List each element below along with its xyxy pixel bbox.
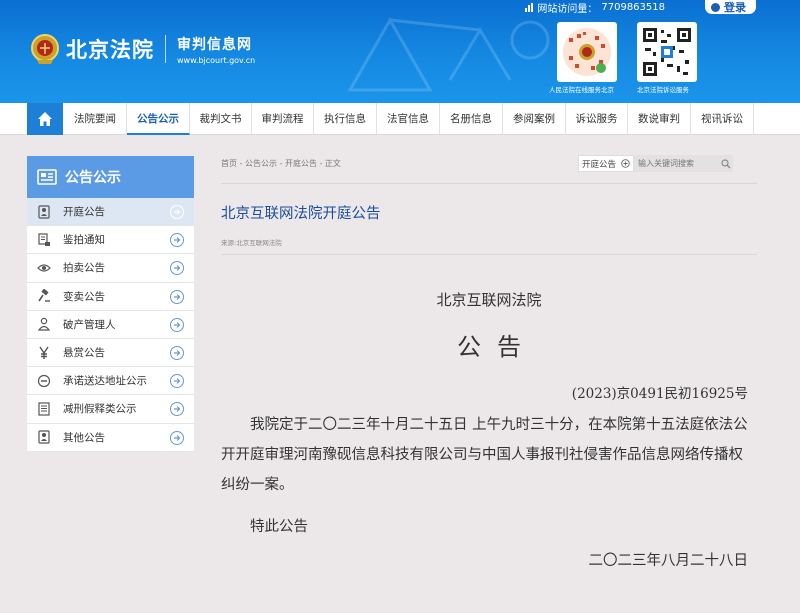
person-card-icon — [37, 430, 51, 444]
arrow-right-circle-icon — [170, 374, 184, 389]
sidebar-item-7[interactable]: 减刑假释类公示 — [27, 395, 194, 424]
article-source: 来源:北京互联网法院 — [221, 239, 282, 247]
home-button[interactable] — [27, 103, 63, 135]
visits-count: 7709863518 — [601, 2, 665, 13]
nav-items: 法院要闻 公告公示 裁判文书 审判流程 执行信息 法官信息 名册信息 参阅案例 诉讼服务 数说审判… — [64, 103, 754, 135]
qr-label-online-service: 人民法院在线服务北京 — [549, 86, 614, 94]
person-icon — [37, 317, 51, 331]
site-header: 网站访问量： 7709863518 登录 北京法院 审判信息网 www.bjco… — [0, 0, 800, 103]
qr-code-litigation-service[interactable] — [637, 22, 697, 82]
sidebar-item-1[interactable]: 鉴拍通知 — [27, 226, 194, 255]
arrow-right-circle-icon — [170, 261, 184, 276]
visit-counter: 网站访问量： 7709863518 — [525, 0, 665, 15]
nav-item-7[interactable]: 参阅案例 — [503, 103, 566, 135]
gavel-icon — [37, 289, 51, 303]
court-name: 北京互联网法院 — [436, 291, 542, 309]
site-logo[interactable]: 北京法院 审判信息网 www.bjcourt.gov.cn — [30, 33, 255, 65]
sidebar-header: 公告公示 — [27, 156, 194, 198]
title-divider — [221, 254, 757, 255]
sidebar: 公告公示 开庭公告鉴拍通知拍卖公告变卖公告破产管理人悬赏公告承诺送达地址公示 减刑… — [27, 156, 194, 452]
plus-circle-icon — [621, 159, 630, 168]
arrow-right-circle-icon — [170, 233, 184, 248]
nav-item-3[interactable]: 审判流程 — [252, 103, 314, 135]
list-document-icon — [37, 402, 51, 416]
search-input[interactable] — [634, 155, 718, 172]
logo-divider — [165, 35, 166, 63]
sidebar-item-label: 悬赏公告 — [63, 347, 105, 360]
sidebar-item-3[interactable]: 变卖公告 — [27, 283, 194, 311]
sidebar-item-label: 其他公告 — [63, 431, 105, 444]
sidebar-title: 公告公示 — [65, 170, 121, 186]
arrow-right-circle-icon — [170, 402, 184, 417]
nav-item-5[interactable]: 法官信息 — [377, 103, 440, 135]
arrow-right-circle-icon — [170, 430, 184, 445]
search-bar: 开庭公告 — [578, 155, 733, 172]
qr-label-litigation-service: 北京法院诉讼服务 — [637, 86, 689, 94]
notice-closing: 特此公告 — [250, 519, 308, 535]
scales-watermark-icon — [347, 16, 550, 92]
sidebar-item-label: 变卖公告 — [63, 290, 105, 303]
login-label: 登录 — [724, 1, 746, 14]
search-icon — [720, 158, 730, 168]
sidebar-item-label: 减刑假释类公示 — [63, 403, 137, 416]
home-icon — [38, 112, 52, 126]
visits-label: 网站访问量： — [537, 4, 598, 15]
yen-icon — [37, 346, 51, 360]
qr-code-online-service[interactable] — [557, 22, 617, 82]
sidebar-item-4[interactable]: 破产管理人 — [27, 311, 194, 339]
sidebar-item-label: 拍卖公告 — [63, 262, 105, 275]
user-icon — [711, 2, 720, 12]
case-number: (2023)京0491民初16925号 — [571, 386, 748, 402]
nav-item-9[interactable]: 数说审判 — [628, 103, 691, 135]
nav-item-1[interactable]: 公告公示 — [127, 103, 190, 135]
sidebar-item-0[interactable]: 开庭公告 — [27, 198, 194, 227]
sidebar-item-2[interactable]: 拍卖公告 — [27, 254, 194, 283]
login-button[interactable]: 登录 — [705, 0, 756, 14]
court-emblem-icon — [31, 34, 59, 64]
sidebar-item-label: 破产管理人 — [63, 318, 116, 331]
main-nav: 法院要闻 公告公示 裁判文书 审判流程 执行信息 法官信息 名册信息 参阅案例 诉讼服务 数说审判… — [0, 103, 800, 135]
nav-item-10[interactable]: 视讯诉讼 — [691, 103, 754, 135]
notice-date: 二〇二三年八月二十八日 — [588, 553, 749, 569]
arrow-right-circle-icon — [170, 289, 184, 304]
sidebar-item-5[interactable]: 悬赏公告 — [27, 339, 194, 368]
notice-body: 我院定于二〇二三年十月二十五日 上午九时三十分，在本院第十五法庭依法公开开庭审理… — [221, 417, 748, 493]
arrow-right-circle-icon — [170, 317, 184, 332]
nav-item-2[interactable]: 裁判文书 — [190, 103, 252, 135]
logo-sub-url: www.bjcourt.gov.cn — [177, 55, 256, 65]
minus-circle-icon — [37, 374, 51, 388]
sidebar-item-8[interactable]: 其他公告 — [27, 424, 194, 452]
arrow-right-circle-icon — [170, 345, 184, 360]
sidebar-item-label: 开庭公告 — [63, 206, 105, 219]
sidebar-item-label: 承诺送达地址公示 — [63, 375, 147, 388]
notice-heading: 公告 — [457, 333, 537, 361]
search-category-select[interactable]: 开庭公告 — [578, 155, 634, 172]
content-divider — [221, 183, 757, 184]
nav-item-6[interactable]: 名册信息 — [440, 103, 503, 135]
logo-subtitle: 审判信息网 www.bjcourt.gov.cn — [177, 34, 255, 65]
nav-item-8[interactable]: 诉讼服务 — [566, 103, 628, 135]
search-button[interactable] — [718, 155, 733, 172]
logo-sub-title: 审判信息网 — [177, 36, 252, 53]
search-category-value: 开庭公告 — [582, 159, 617, 170]
qr-code-icon — [643, 28, 691, 76]
breadcrumb: 首页 - 公告公示 - 开庭公告 - 正文 — [221, 159, 341, 168]
nav-item-4[interactable]: 执行信息 — [314, 103, 377, 135]
person-card-icon — [37, 204, 51, 219]
nav-item-0[interactable]: 法院要闻 — [64, 103, 127, 135]
sidebar-item-label: 鉴拍通知 — [63, 234, 105, 247]
sidebar-item-6[interactable]: 承诺送达地址公示 — [27, 367, 194, 396]
stats-icon — [525, 3, 534, 12]
eye-icon — [37, 261, 51, 275]
arrow-right-circle-icon — [170, 205, 184, 219]
article-title: 北京互联网法院开庭公告 — [221, 206, 381, 222]
qr-code-icon — [563, 28, 611, 76]
document-stamp-icon — [37, 233, 51, 247]
logo-title: 北京法院 — [66, 38, 154, 62]
sidebar-list: 开庭公告鉴拍通知拍卖公告变卖公告破产管理人悬赏公告承诺送达地址公示 减刑假释类公示… — [27, 198, 194, 452]
announcement-board-icon — [37, 169, 57, 185]
